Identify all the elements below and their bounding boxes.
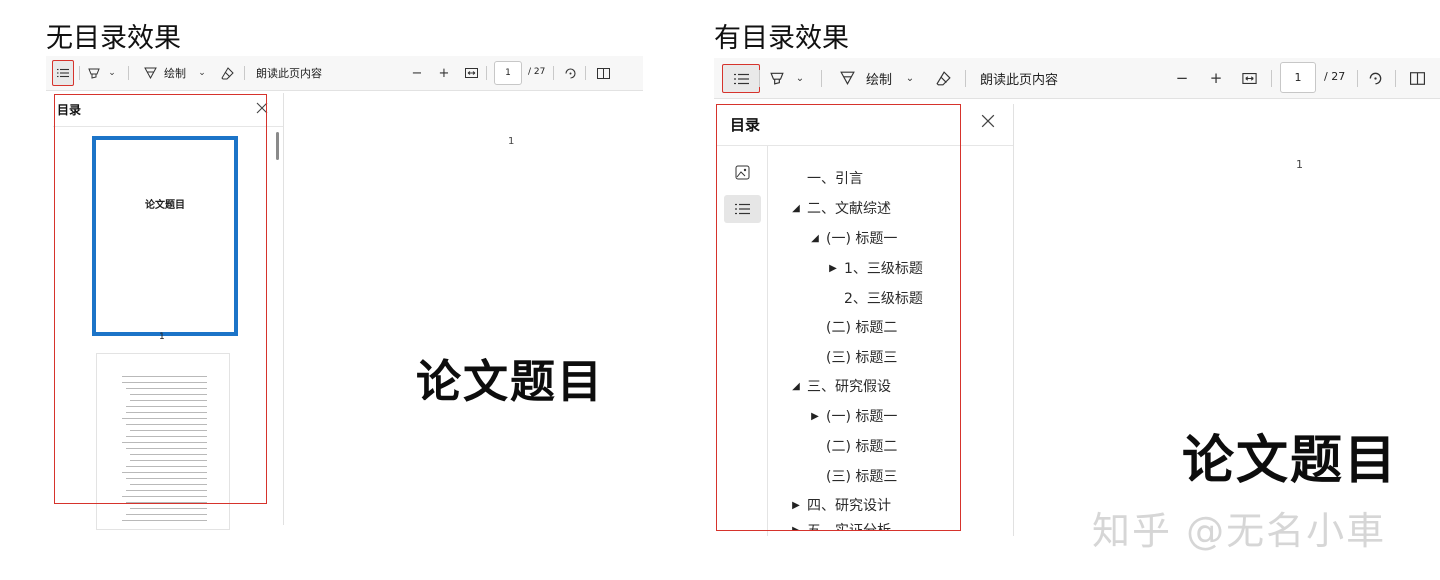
highlighter-icon (88, 68, 100, 79)
fit-width-icon[interactable] (1240, 68, 1258, 88)
left-document-title: 论文题目 (416, 355, 605, 408)
draw-icon[interactable] (142, 64, 158, 82)
rotate-icon[interactable] (562, 64, 578, 82)
right-caption: 有目录效果 (714, 23, 849, 54)
left-caption: 无目录效果 (46, 23, 181, 54)
zoom-in-icon[interactable]: + (437, 64, 451, 82)
zoom-out-icon[interactable]: − (1174, 68, 1190, 88)
watermark-text: 知乎 @无名小車 (1092, 509, 1387, 553)
page-view-icon[interactable] (595, 64, 611, 82)
eraser-icon[interactable] (934, 68, 952, 88)
draw-dropdown-icon[interactable]: ⌄ (904, 68, 916, 88)
toc-toggle-button[interactable] (722, 64, 760, 93)
left-sidebar-highlight-frame (54, 94, 267, 504)
draw-label[interactable]: 绘制 (164, 65, 186, 81)
highlight-button[interactable] (86, 64, 102, 82)
page-number-input[interactable]: 1 (494, 61, 522, 85)
right-document-title: 论文题目 (1182, 431, 1399, 491)
list-icon (57, 68, 69, 78)
draw-label[interactable]: 绘制 (866, 69, 892, 88)
highlighter-icon (770, 72, 784, 85)
page-number-input[interactable]: 1 (1280, 62, 1316, 93)
highlight-dropdown-icon[interactable]: ⌄ (794, 68, 806, 88)
zoom-out-icon[interactable]: − (410, 64, 424, 82)
read-aloud-button[interactable]: 朗读此页内容 (980, 69, 1058, 88)
page-total: / 27 (1324, 70, 1346, 83)
left-toolbar: ⌄ 绘制 ⌄ 朗读此页内容 − + 1 / 27 (46, 56, 643, 91)
right-toolbar: ⌄ 绘制 ⌄ 朗读此页内容 − + 1 / 27 (714, 58, 1440, 99)
highlight-dropdown-icon[interactable]: ⌄ (106, 64, 118, 82)
right-sidebar-highlight-frame (716, 104, 961, 531)
left-scrollbar[interactable] (276, 132, 279, 160)
highlight-button[interactable] (768, 68, 786, 88)
right-page-number: 1 (1296, 158, 1303, 171)
rotate-icon[interactable] (1366, 68, 1384, 88)
page-total: / 27 (528, 67, 546, 77)
fit-width-icon[interactable] (463, 64, 479, 82)
draw-icon[interactable] (838, 68, 856, 88)
left-page-number: 1 (508, 136, 515, 147)
toc-toggle-button[interactable] (52, 60, 74, 86)
page-view-icon[interactable] (1408, 68, 1426, 88)
read-aloud-button[interactable]: 朗读此页内容 (256, 65, 322, 81)
draw-dropdown-icon[interactable]: ⌄ (196, 64, 208, 82)
zoom-in-icon[interactable]: + (1208, 68, 1224, 88)
list-icon (733, 73, 749, 84)
eraser-icon[interactable] (219, 64, 235, 82)
right-close-icon[interactable] (981, 113, 997, 129)
